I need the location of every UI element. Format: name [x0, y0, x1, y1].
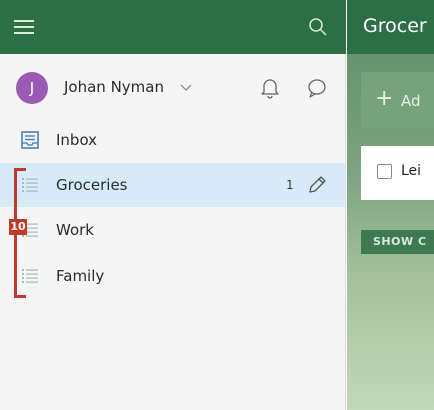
- user-name[interactable]: Johan Nyman: [64, 78, 164, 96]
- main-panel: Grocer + Ad Lei SHOW C: [347, 0, 434, 410]
- sidebar-item-inbox[interactable]: Inbox: [0, 118, 346, 162]
- plus-icon: +: [375, 86, 394, 111]
- page-title: Grocer: [363, 15, 427, 37]
- search-icon[interactable]: [308, 17, 328, 37]
- task-checkbox[interactable]: [377, 164, 392, 179]
- item-count-badge: 1: [286, 178, 294, 192]
- sidebar-item-family[interactable]: Family: [0, 254, 346, 298]
- sidebar-item-label: Inbox: [56, 131, 98, 149]
- hamburger-menu-icon[interactable]: [14, 20, 34, 34]
- show-completed-button[interactable]: SHOW C: [361, 230, 434, 254]
- sidebar: J Johan Nyman Inbox Groceries 1 Work Fam…: [0, 0, 346, 410]
- add-task-input[interactable]: + Ad: [361, 72, 434, 128]
- sidebar-item-work[interactable]: Work: [0, 208, 346, 252]
- chat-icon[interactable]: [306, 77, 328, 99]
- avatar[interactable]: J: [16, 72, 48, 104]
- sidebar-item-label: Work: [56, 221, 94, 239]
- sidebar-item-label: Family: [56, 267, 105, 285]
- task-title[interactable]: Lei: [401, 163, 421, 179]
- sidebar-item-label: Groceries: [56, 176, 128, 194]
- user-menu[interactable]: J Johan Nyman: [0, 68, 346, 108]
- main-header: Grocer: [347, 0, 434, 54]
- annotation-badge: 10: [9, 219, 27, 235]
- sidebar-header: [0, 0, 346, 54]
- chevron-down-icon[interactable]: [180, 83, 192, 93]
- task-item[interactable]: Lei: [361, 146, 434, 200]
- inbox-icon: [21, 131, 39, 149]
- pencil-icon[interactable]: [306, 174, 328, 196]
- bell-icon[interactable]: [260, 77, 280, 99]
- add-task-placeholder: Ad: [401, 92, 421, 110]
- sidebar-item-groceries[interactable]: Groceries 1: [0, 163, 346, 207]
